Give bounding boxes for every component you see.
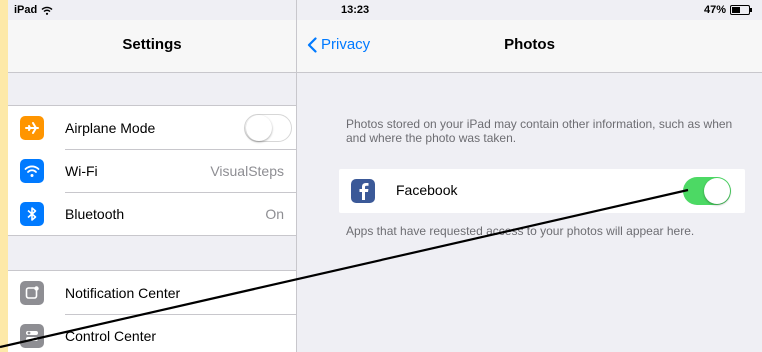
battery-icon: [730, 5, 752, 15]
settings-row-airplane-mode[interactable]: Airplane Mode: [8, 106, 296, 149]
settings-title: Settings: [122, 36, 182, 53]
airplane-icon: [20, 115, 44, 140]
wifi-signal-icon: [41, 6, 53, 15]
facebook-photos-toggle[interactable]: [683, 177, 731, 205]
photos-description: Photos stored on your iPad may contain o…: [346, 117, 733, 145]
settings-group-system: Notification Center Control Center: [8, 270, 296, 352]
airplane-mode-toggle[interactable]: [244, 114, 292, 142]
settings-row-bluetooth[interactable]: Bluetooth On: [8, 192, 296, 235]
notification-center-label: Notification Center: [65, 284, 181, 301]
airplane-mode-label: Airplane Mode: [65, 119, 156, 136]
status-bar: iPad 13:23 47%: [8, 0, 762, 20]
status-time: 13:23: [341, 4, 370, 16]
battery-percent: 47%: [703, 4, 726, 16]
control-center-label: Control Center: [65, 327, 157, 344]
status-right: 47%: [703, 0, 752, 20]
settings-group-connectivity: Airplane Mode Wi-Fi VisualSteps Bluetoot…: [8, 105, 296, 236]
bluetooth-status-value: On: [265, 205, 284, 222]
bluetooth-icon: [20, 201, 44, 226]
photos-nav-bar: Privacy Photos: [297, 20, 762, 73]
photos-title: Photos: [504, 36, 555, 53]
wifi-icon: [20, 158, 44, 183]
settings-nav-bar: Settings: [8, 20, 296, 73]
settings-row-notification-center[interactable]: Notification Center: [8, 271, 296, 314]
facebook-icon: [351, 179, 375, 203]
settings-row-wifi[interactable]: Wi-Fi VisualSteps: [8, 149, 296, 192]
control-center-icon: [20, 323, 44, 348]
photos-footer-note: Apps that have requested access to your …: [346, 224, 695, 238]
wifi-label: Wi-Fi: [65, 162, 98, 179]
app-row-facebook[interactable]: Facebook: [339, 169, 745, 213]
status-left: iPad: [14, 0, 53, 20]
settings-row-control-center[interactable]: Control Center: [8, 314, 296, 352]
notification-center-icon: [20, 280, 44, 305]
wifi-network-value: VisualSteps: [210, 162, 284, 179]
device-name: iPad: [14, 4, 38, 16]
bluetooth-label: Bluetooth: [65, 205, 125, 222]
facebook-label: Facebook: [396, 182, 458, 198]
left-margin-strip: [0, 0, 8, 352]
ipad-screen: iPad 13:23 47% Settings Airplane Mode Wi…: [8, 0, 762, 352]
